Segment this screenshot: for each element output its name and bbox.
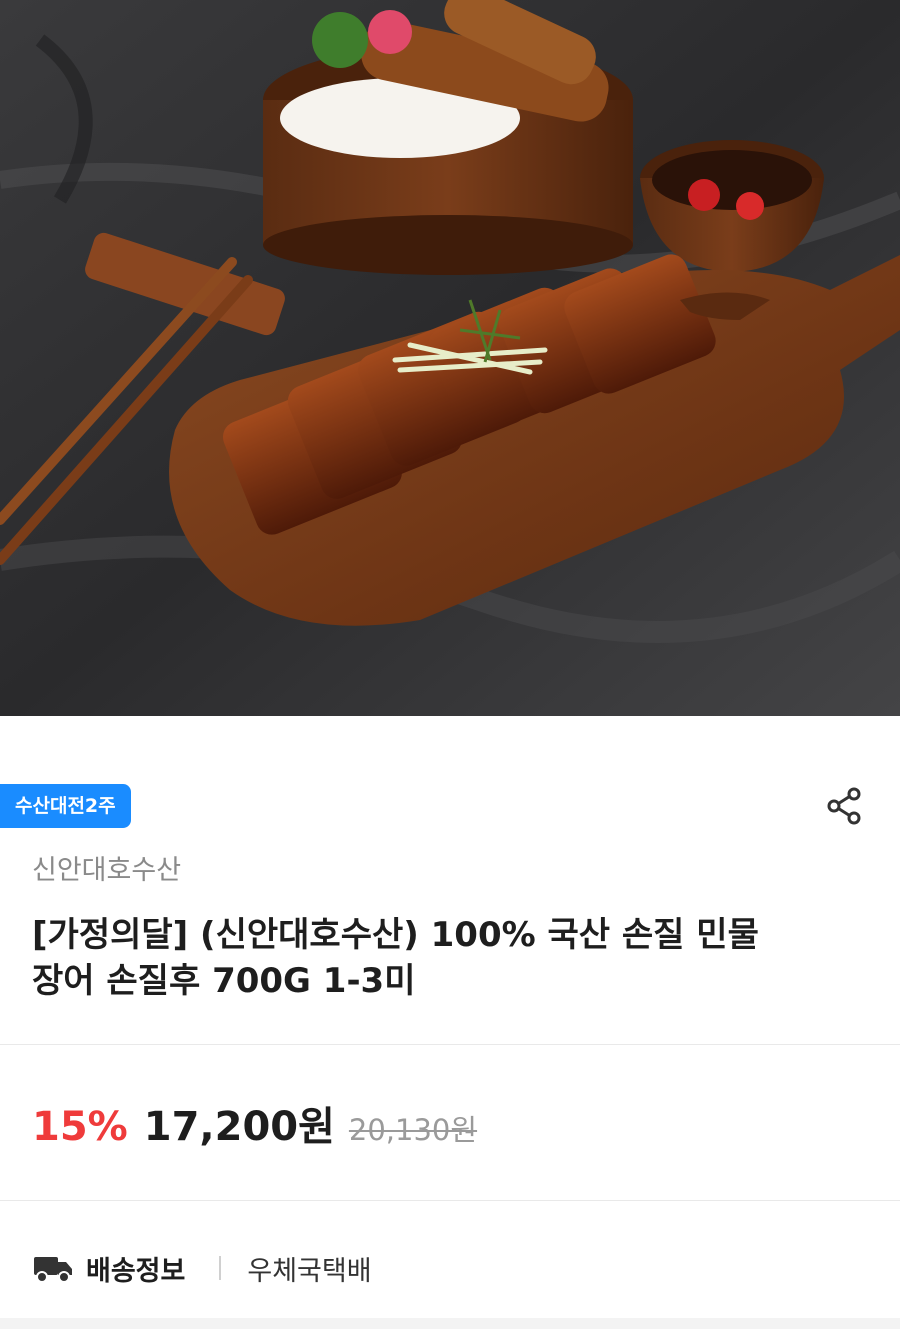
- separator: [219, 1256, 222, 1280]
- seller-name[interactable]: 신안대호수산: [32, 848, 181, 887]
- divider: [0, 1200, 900, 1201]
- promo-badge: 수산대전2주: [0, 784, 131, 828]
- truck-icon: [34, 1257, 72, 1283]
- share-icon[interactable]: [826, 786, 866, 826]
- divider: [0, 1044, 900, 1045]
- sale-price: 17,200원: [143, 1104, 335, 1150]
- shipping-label: 배송정보: [86, 1255, 186, 1287]
- shipping-method: 우체국택배: [247, 1255, 372, 1287]
- product-image[interactable]: [0, 0, 900, 716]
- section-bottom: [0, 1318, 900, 1329]
- original-price: 20,130원: [348, 1113, 478, 1147]
- price-row: 15% 17,200원 20,130원: [32, 1094, 477, 1154]
- product-title: [가정의달] (신안대호수산) 100% 국산 손질 민물장어 손질후 700G…: [32, 915, 759, 1001]
- shipping-info[interactable]: 배송정보 우체국택배: [32, 1240, 372, 1296]
- discount-rate: 15%: [32, 1104, 128, 1150]
